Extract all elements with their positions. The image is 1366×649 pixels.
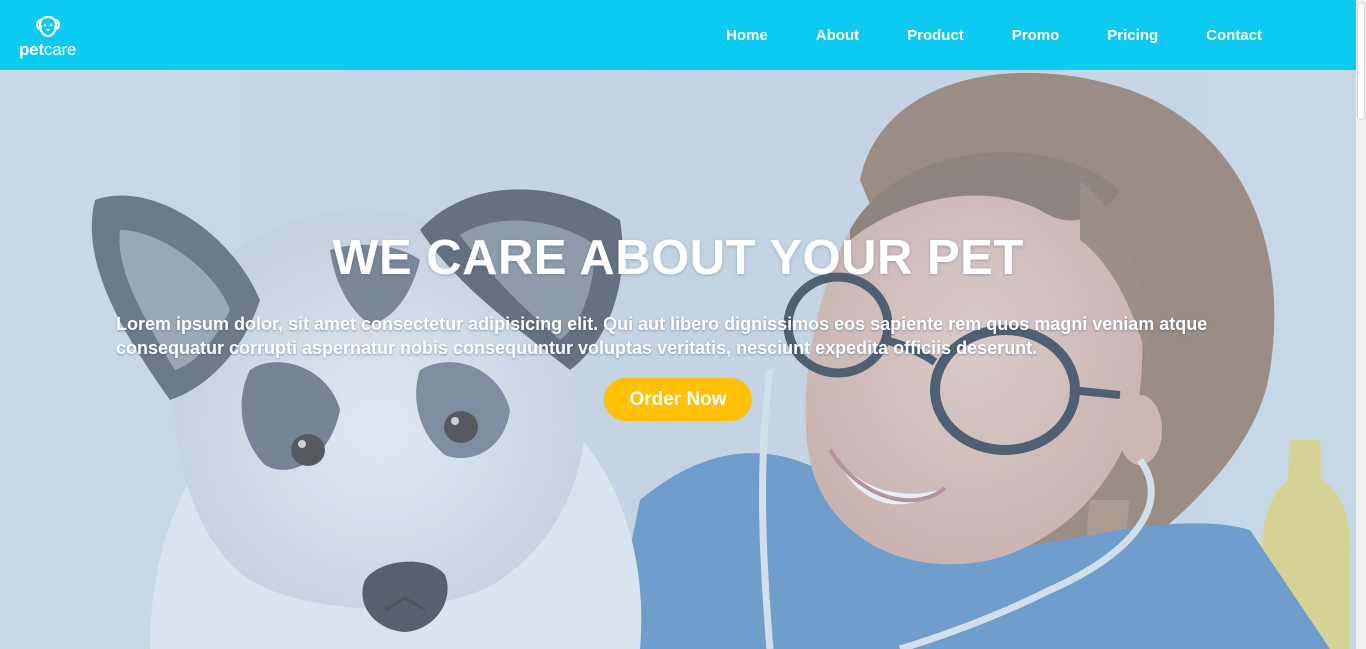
brand-wordmark: petcare	[19, 39, 77, 59]
nav-pricing[interactable]: Pricing	[1083, 27, 1182, 44]
page-scrollbar[interactable]	[1356, 0, 1366, 649]
nav-menu: Home About Product Promo Pricing Contact	[702, 27, 1286, 44]
hero-section: WE CARE ABOUT YOUR PET Lorem ipsum dolor…	[0, 70, 1356, 649]
nav-about[interactable]: About	[792, 27, 883, 44]
brand-logo[interactable]: petcare	[19, 14, 76, 59]
nav-promo[interactable]: Promo	[988, 27, 1084, 44]
scrollbar-thumb[interactable]	[1357, 2, 1365, 120]
order-now-button[interactable]: Order Now	[604, 378, 752, 421]
landing-page: petcare Home About Product Promo Pricing…	[0, 0, 1366, 649]
nav-contact[interactable]: Contact	[1182, 27, 1286, 44]
hero-title: WE CARE ABOUT YOUR PET	[332, 231, 1024, 285]
navbar: petcare Home About Product Promo Pricing…	[0, 0, 1356, 70]
nav-product[interactable]: Product	[883, 27, 988, 44]
dog-face-icon	[35, 15, 60, 37]
hero-description: Lorem ipsum dolor, sit amet consectetur …	[116, 314, 1208, 358]
nav-home[interactable]: Home	[702, 27, 792, 44]
hero-content: WE CARE ABOUT YOUR PET Lorem ipsum dolor…	[0, 70, 1356, 649]
